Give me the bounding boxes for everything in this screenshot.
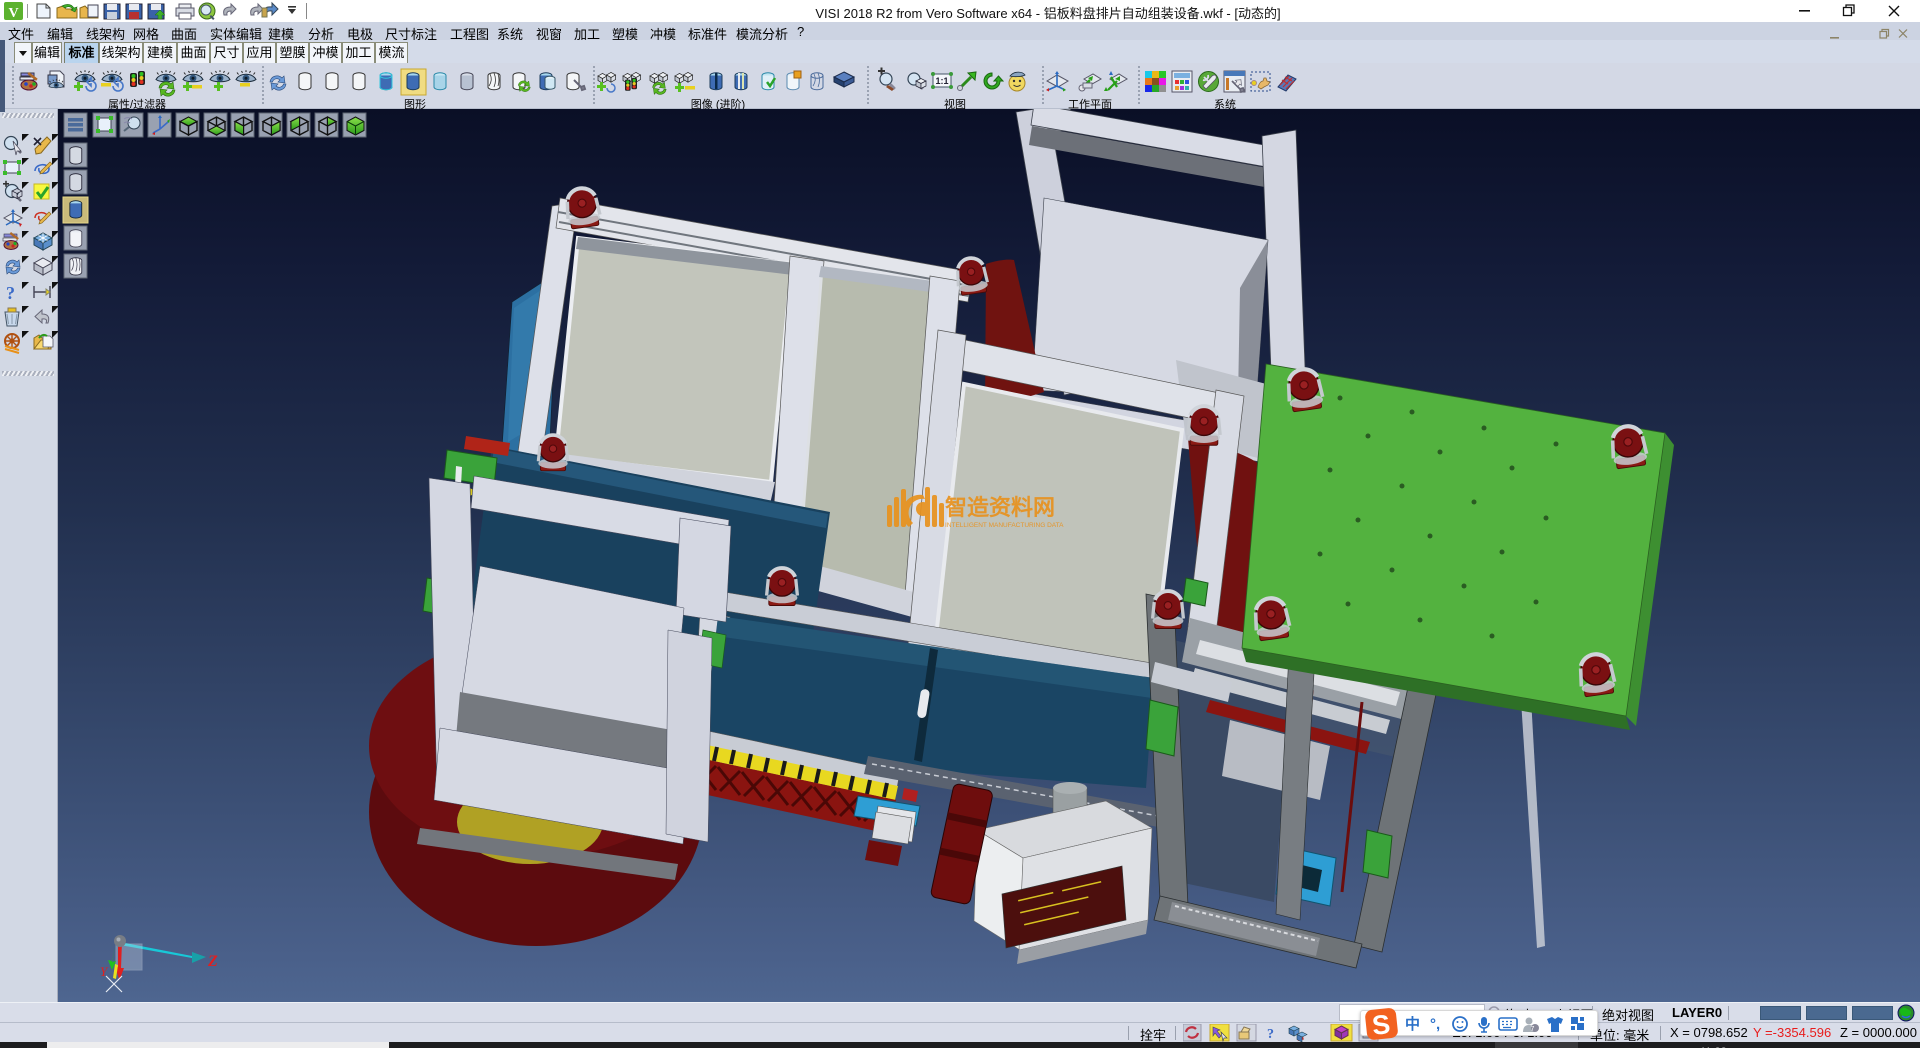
svg-text:°,: °, bbox=[1430, 1016, 1440, 1033]
svg-text:1:1: 1:1 bbox=[935, 76, 948, 86]
svg-text:S: S bbox=[1371, 1009, 1392, 1041]
svg-text:7: 7 bbox=[1531, 1026, 1535, 1033]
svg-text:Y: Y bbox=[100, 964, 109, 979]
svg-text:Z: Z bbox=[207, 953, 218, 970]
svg-text:?: ? bbox=[1267, 1027, 1274, 1042]
svg-text:INTELLIGENT MANUFACTURING DATA: INTELLIGENT MANUFACTURING DATA bbox=[945, 522, 1064, 529]
svg-text:智造资料网: 智造资料网 bbox=[945, 495, 1055, 520]
svg-text:?: ? bbox=[6, 283, 15, 303]
svg-text:中: 中 bbox=[1405, 1015, 1420, 1033]
svg-text:V: V bbox=[8, 6, 18, 21]
